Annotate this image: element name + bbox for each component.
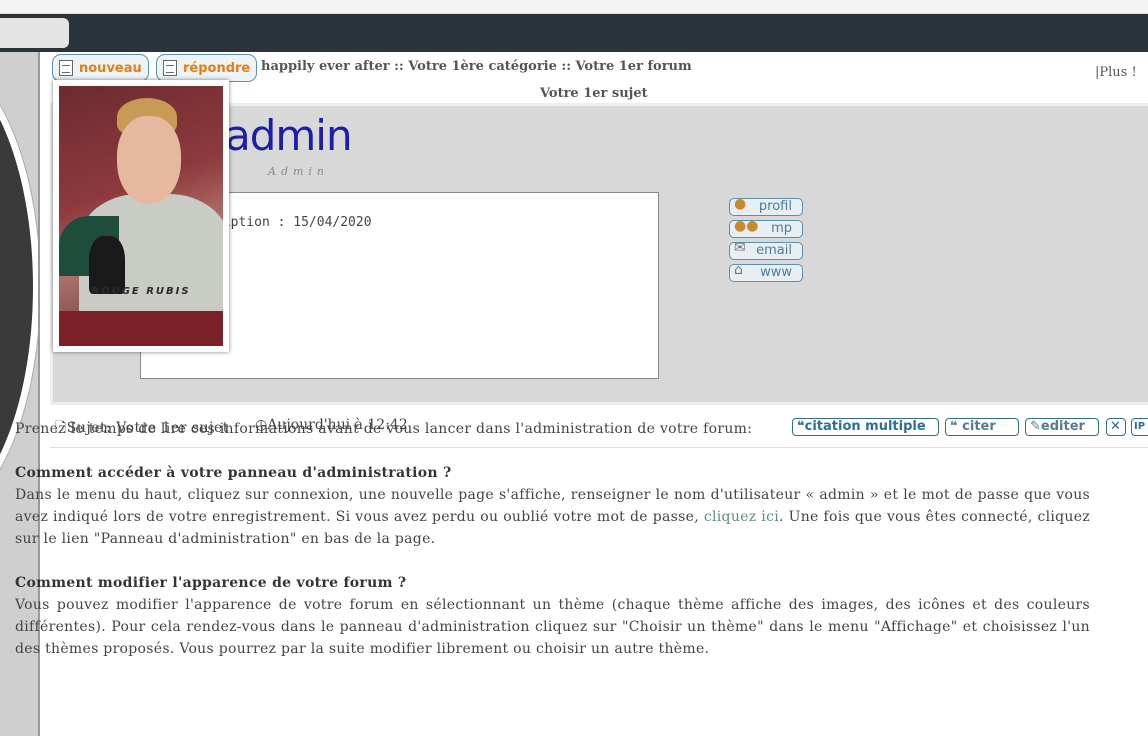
close-icon: ✕ xyxy=(1110,419,1121,434)
post-body: Prenez le temps de lire ces informations… xyxy=(15,418,1090,660)
delete-button[interactable]: ✕ xyxy=(1106,418,1126,436)
post-heading-admin: Comment accéder à votre panneau d'admini… xyxy=(15,465,452,481)
post-intro: Prenez le temps de lire ces informations… xyxy=(15,421,753,437)
reply-label: répondre xyxy=(183,60,251,76)
post-paragraph-admin: Dans le menu du haut, cliquez sur connex… xyxy=(15,487,1091,547)
new-topic-button[interactable]: nouveau xyxy=(52,54,149,82)
more-link[interactable]: |Plus ! xyxy=(1095,65,1137,80)
avatar-frame: ROUGE RUBIS xyxy=(53,80,229,352)
click-here-link[interactable]: cliquez ici xyxy=(704,509,779,525)
email-button[interactable]: ✉ email xyxy=(729,240,803,260)
user-rank: Admin xyxy=(268,165,330,178)
topic-title: Votre 1er sujet xyxy=(540,86,648,101)
avatar-caption: ROUGE RUBIS xyxy=(91,286,191,297)
breadcrumb[interactable]: happily ever after :: Votre 1ère catégor… xyxy=(261,59,692,74)
top-strip xyxy=(0,0,1148,14)
house-icon: ⌂ xyxy=(734,262,743,278)
post-paragraph-theme: Vous pouvez modifier l'apparence de votr… xyxy=(15,597,1090,657)
document-icon xyxy=(59,60,73,76)
navbar-pill[interactable] xyxy=(0,18,69,48)
envelope-icon: ✉ xyxy=(734,240,746,256)
reply-button[interactable]: répondre xyxy=(156,54,258,82)
new-topic-label: nouveau xyxy=(79,60,142,76)
users-icon: ●● xyxy=(734,218,759,234)
profile-button[interactable]: ● profil xyxy=(729,196,803,216)
private-message-button[interactable]: ●● mp xyxy=(729,218,803,238)
post-heading-theme: Comment modifier l'apparence de votre fo… xyxy=(15,575,407,591)
user-icon: ● xyxy=(734,196,747,212)
avatar: ROUGE RUBIS xyxy=(59,86,223,346)
document-icon xyxy=(163,60,177,76)
username[interactable]: admin xyxy=(225,111,353,160)
website-button[interactable]: ⌂ www xyxy=(729,262,803,282)
ip-button[interactable]: IP xyxy=(1131,418,1148,436)
top-navbar xyxy=(0,14,1148,52)
